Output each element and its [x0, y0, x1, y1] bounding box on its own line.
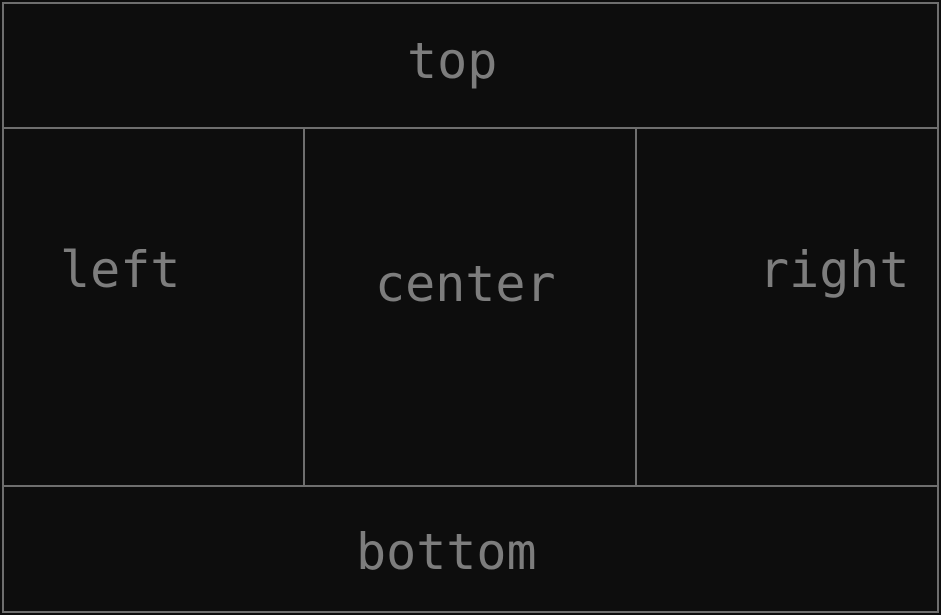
top-region: top [2, 2, 939, 129]
right-region: right [635, 127, 939, 487]
right-region-label: right [759, 241, 910, 299]
left-region-label: left [60, 241, 181, 299]
center-region-label: center [375, 255, 556, 313]
border-layout-window: top left center right bottom [0, 0, 941, 615]
bottom-region-label: bottom [356, 523, 537, 581]
bottom-region: bottom [2, 485, 939, 613]
center-region: center [303, 127, 637, 487]
left-region: left [2, 127, 305, 487]
top-region-label: top [407, 32, 498, 90]
